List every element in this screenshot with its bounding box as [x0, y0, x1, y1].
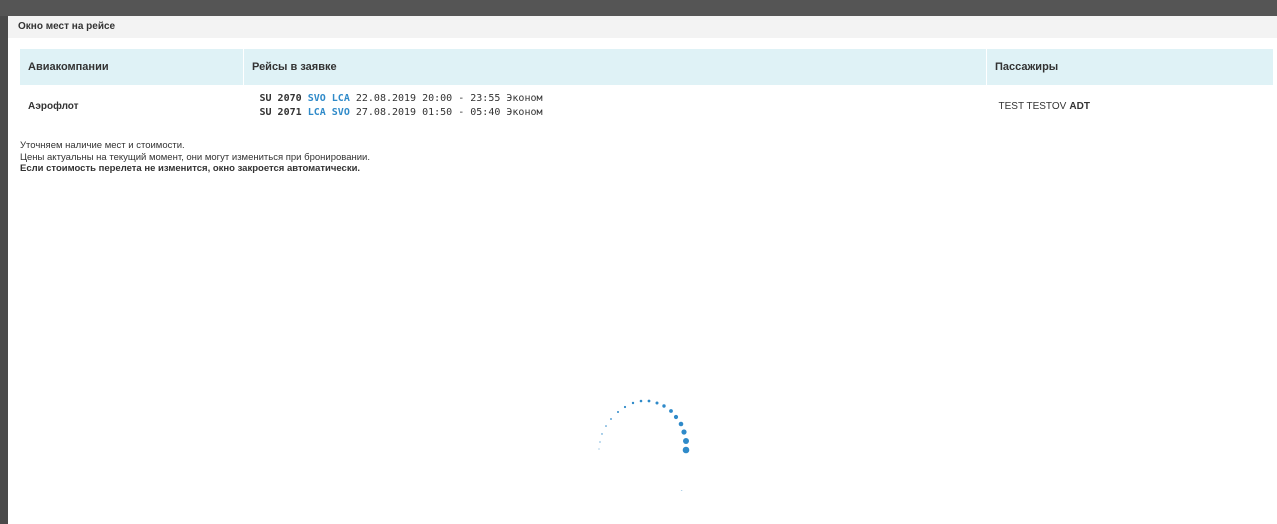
header-passengers: Пассажиры — [986, 49, 1273, 85]
passenger-type: ADT — [1069, 101, 1090, 112]
header-airlines: Авиакомпании — [20, 49, 244, 85]
destination-airport: LCA — [331, 93, 350, 104]
airline-name: Аэрофлот — [28, 101, 79, 112]
header-flights: Рейсы в заявке — [243, 49, 987, 85]
modal-title: Окно мест на рейсе — [8, 16, 1277, 38]
airline-cell: Аэрофлот — [20, 85, 244, 127]
plane-loader-icon — [598, 399, 690, 491]
backdrop-edge — [0, 16, 8, 524]
table-header-row: Авиакомпании Рейсы в заявке Пассажиры — [20, 49, 1273, 85]
destination-airport: SVO — [331, 107, 350, 118]
passenger-name: TEST TESTOV — [998, 101, 1067, 112]
origin-airport: LCA — [307, 107, 326, 118]
flight-number: SU 2070 — [259, 93, 302, 104]
segments-cell: SU 2070 SVO LCA 22.08.2019 20:00 - 23:55… — [244, 85, 987, 127]
origin-airport: SVO — [307, 93, 326, 104]
note-line: Уточняем наличие мест и стоимости. — [20, 140, 185, 151]
segment-details: 27.08.2019 01:50 - 05:40 Эконом — [355, 107, 543, 118]
flight-number: SU 2071 — [259, 107, 302, 118]
seats-modal: Окно мест на рейсе Авиакомпании Рейсы в … — [8, 16, 1277, 524]
note-line: Цены актуальны на текущий момент, они мо… — [20, 151, 370, 163]
status-notes: Уточняем наличие мест и стоимости. Цены … — [20, 140, 370, 175]
segment-details: 22.08.2019 20:00 - 23:55 Эконом — [355, 93, 543, 104]
segment-line: SU 2071 LCA SVO 27.08.2019 01:50 - 05:40… — [252, 106, 987, 120]
note-line-bold: Если стоимость перелета не изменится, ок… — [20, 163, 361, 174]
segment-line: SU 2070 SVO LCA 22.08.2019 20:00 - 23:55… — [252, 92, 987, 106]
passengers-cell: TEST TESTOV ADT — [987, 85, 1274, 127]
flights-table: Авиакомпании Рейсы в заявке Пассажиры Аэ… — [20, 49, 1273, 127]
table-row: Аэрофлот SU 2070 SVO LCA 22.08.2019 20:0… — [20, 85, 1273, 127]
